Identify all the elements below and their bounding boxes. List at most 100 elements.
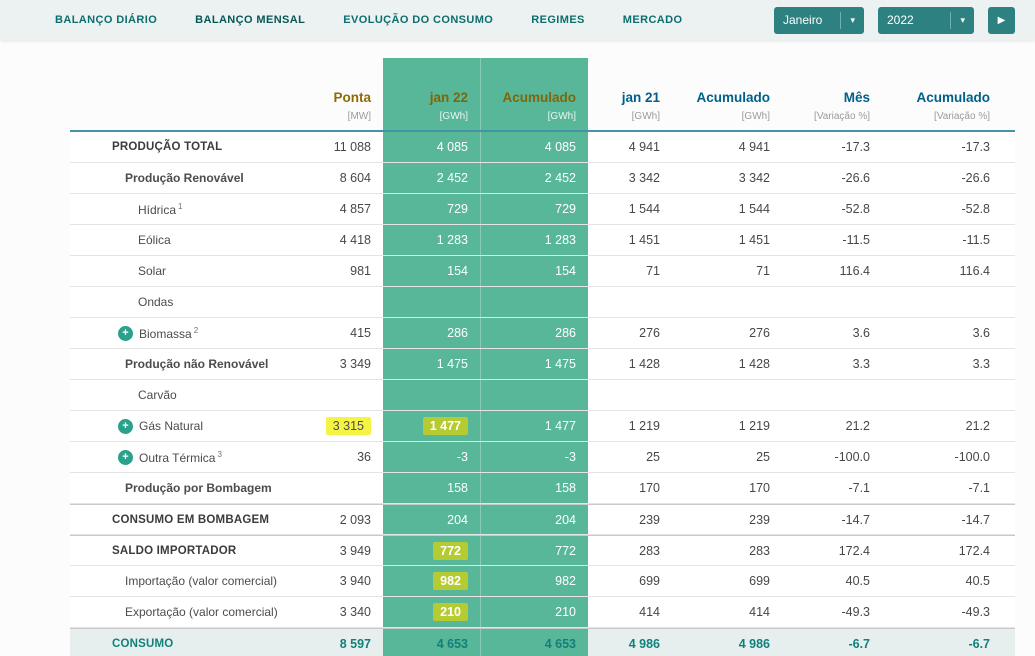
cell-acum21: 3 342 — [672, 163, 782, 193]
cell-acum21: 25 — [672, 442, 782, 472]
cell-jan21: 71 — [588, 256, 672, 286]
table-row: CONSUMO EM BOMBAGEM 2 093 204 204 239 239 -14.… — [70, 504, 1015, 535]
cell-jan21: 3 342 — [588, 163, 672, 193]
cell-value: -52.8 — [961, 202, 991, 216]
month-dropdown[interactable]: Janeiro ▾ — [774, 6, 864, 34]
cell-value: 204 — [555, 512, 576, 527]
column-header-label: jan 22 — [429, 90, 468, 105]
column-header-jan22: jan 22 [GWh] — [383, 58, 480, 130]
cell-value: 276 — [639, 326, 660, 340]
nav-item-link[interactable]: REGIMES — [531, 14, 585, 26]
nav-item-link[interactable]: EVOLUÇÃO DO CONSUMO — [343, 14, 493, 26]
cell-jan22: 729 — [383, 194, 480, 224]
row-label-text: Produção não Renovável — [125, 357, 269, 371]
cell-value: 36 — [357, 450, 371, 464]
cell-value: 283 — [749, 543, 770, 558]
cell-value: 2 452 — [544, 171, 576, 185]
cell-jan22: 1 475 — [383, 349, 480, 379]
cell-value: 729 — [447, 202, 468, 216]
row-label: Produção por Bombagem — [70, 473, 300, 503]
column-header-label: jan 21 — [621, 90, 660, 105]
row-label-text: SALDO IMPORTADOR — [112, 544, 237, 557]
row-label: + Gás Natural — [70, 411, 300, 441]
cell-acum22: 982 — [480, 566, 588, 596]
cell-value: 4 986 — [738, 636, 770, 651]
cell-acum22 — [480, 287, 588, 317]
cell-mes — [782, 287, 882, 317]
cell-value: 1 451 — [628, 233, 660, 247]
cell-acum22: 158 — [480, 473, 588, 503]
cell-value: -52.8 — [841, 202, 871, 216]
row-label: + Biomassa 2 — [70, 318, 300, 348]
column-header-unit: [GWh] — [741, 111, 770, 122]
cell-value: 2 452 — [436, 171, 468, 185]
cell-value: -6.7 — [848, 636, 870, 651]
cell-value: 3.3 — [852, 357, 870, 371]
row-label: CONSUMO EM BOMBAGEM — [70, 505, 300, 534]
row-label: + Outra Térmica 3 — [70, 442, 300, 472]
highlighted-value: 210 — [433, 603, 468, 621]
cell-jan22: 982 — [383, 566, 480, 596]
cell-value: 204 — [447, 512, 468, 527]
cell-value: 772 — [555, 543, 576, 558]
expand-plus-icon[interactable]: + — [118, 325, 133, 341]
nav-item-active[interactable]: BALANÇO MENSAL — [195, 14, 305, 26]
table-row: SALDO IMPORTADOR 3 949 772 772 283 283 172.4 17… — [70, 535, 1015, 566]
cell-acum21: 276 — [672, 318, 782, 348]
nav-item-link[interactable]: BALANÇO DIÁRIO — [55, 14, 157, 26]
row-label: SALDO IMPORTADOR — [70, 536, 300, 565]
cell-value: 981 — [350, 264, 371, 278]
cell-value: 414 — [749, 605, 770, 619]
footnote-marker: 1 — [178, 201, 183, 211]
cell-jan21: 414 — [588, 597, 672, 627]
cell-acum22: 204 — [480, 505, 588, 534]
year-dropdown[interactable]: 2022 ▾ — [878, 6, 974, 34]
cell-acum22: -3 — [480, 442, 588, 472]
next-period-button[interactable]: ▶ — [988, 6, 1015, 34]
chevron-down-icon: ▾ — [950, 11, 965, 29]
cell-jan22: 158 — [383, 473, 480, 503]
row-label-text: Exportação (valor comercial) — [125, 605, 278, 619]
cell-acum21: 414 — [672, 597, 782, 627]
cell-mes — [782, 380, 882, 410]
cell-value: 172.4 — [838, 543, 870, 558]
cell-acum21: 1 219 — [672, 411, 782, 441]
cell-acum22: 286 — [480, 318, 588, 348]
cell-value: 3.6 — [972, 326, 990, 340]
nav-item-link[interactable]: MERCADO — [623, 14, 683, 26]
cell-acum22: 1 475 — [480, 349, 588, 379]
cell-value: 415 — [350, 326, 371, 340]
row-label-text: Gás Natural — [139, 419, 204, 433]
highlighted-value: 982 — [433, 572, 468, 590]
cell-value: 4 653 — [436, 636, 468, 651]
cell-value: 1 428 — [628, 357, 660, 371]
row-label-text: Eólica — [138, 233, 171, 247]
cell-ponta: 3 949 — [300, 536, 383, 565]
cell-value: 4 418 — [339, 233, 371, 247]
cell-value: -26.6 — [961, 171, 991, 185]
cell-value: 1 219 — [738, 419, 770, 433]
table-row: Exportação (valor comercial) 3 340 210 210 4… — [70, 597, 1015, 628]
table-header: Ponta [MW] jan 22 [GWh] Acumulado [GWh] jan 21… — [70, 58, 1015, 132]
cell-jan22: 154 — [383, 256, 480, 286]
cell-value: 210 — [555, 605, 576, 619]
column-header-label: Mês — [843, 90, 870, 105]
cell-value: 170 — [639, 481, 660, 495]
cell-acum22: 1 283 — [480, 225, 588, 255]
cell-value: 982 — [555, 574, 576, 588]
cell-acum_var: -6.7 — [882, 629, 1015, 656]
cell-mes: -52.8 — [782, 194, 882, 224]
cell-jan22 — [383, 380, 480, 410]
row-label: Eólica — [70, 225, 300, 255]
cell-value: -49.3 — [961, 605, 991, 619]
expand-plus-icon[interactable]: + — [118, 449, 133, 465]
expand-plus-icon[interactable]: + — [118, 418, 133, 434]
cell-acum22: 2 452 — [480, 163, 588, 193]
cell-acum21: 283 — [672, 536, 782, 565]
cell-acum21: 1 428 — [672, 349, 782, 379]
row-label-text: Carvão — [138, 388, 177, 402]
cell-value: -14.7 — [961, 512, 991, 527]
cell-value: 1 283 — [436, 233, 468, 247]
footnote-marker: 2 — [193, 325, 199, 335]
cell-acum_var: -7.1 — [882, 473, 1015, 503]
